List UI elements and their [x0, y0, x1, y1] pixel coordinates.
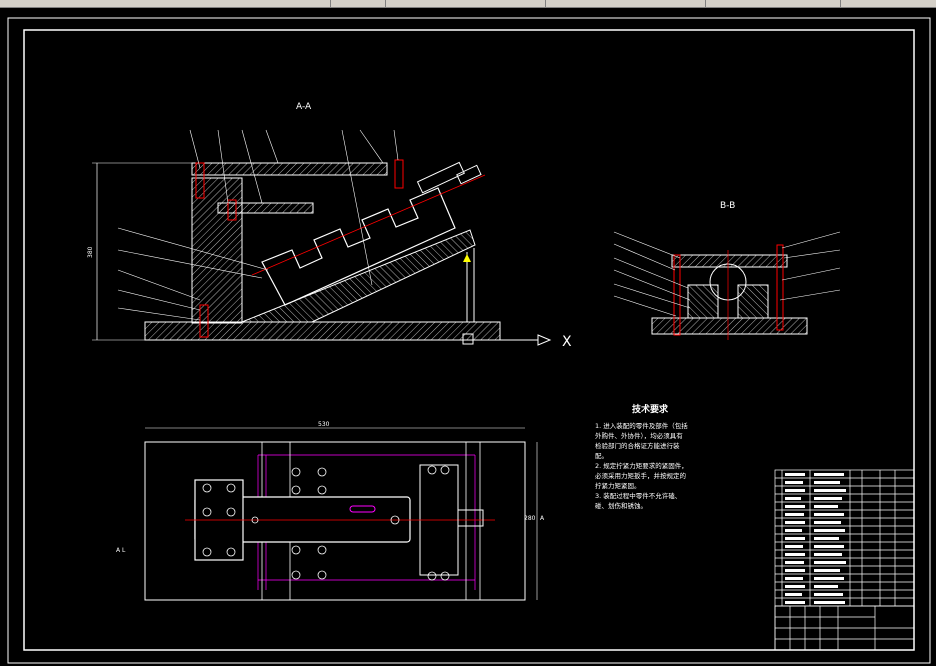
section-bb-label: B-B	[720, 201, 735, 211]
bolt-right	[394, 159, 404, 189]
bb-base	[651, 317, 808, 335]
tech-req-line-6: 必须采用力矩扳手，并按规定的	[595, 471, 687, 480]
tech-req-line-3: 检验部门的合格证方能进行装	[595, 441, 680, 450]
inclined-support	[241, 229, 476, 323]
tech-requirements: 技术要求 1. 进入装配的零件及部件（包括 外购件、外协件），均必须具有 检验部…	[595, 403, 688, 510]
section-aa-view: A-A 380 X	[87, 102, 572, 350]
workpiece-centerline	[251, 174, 486, 276]
bb-leader-lines	[613, 231, 841, 317]
post-marker	[463, 254, 471, 262]
view-arrow-head	[537, 334, 552, 346]
section-aa-label: A-A	[296, 102, 312, 112]
plan-side-mark-right: A	[540, 515, 545, 522]
plan-shaft	[457, 509, 484, 527]
parts-list-text-marks	[785, 473, 846, 604]
bb-body-right	[737, 284, 769, 319]
tech-req-line-9: 碰、划伤和锈蚀。	[595, 501, 647, 510]
bb-top-plate	[671, 254, 788, 268]
bb-body-left	[687, 284, 719, 319]
section-bb-view: B-B	[613, 201, 841, 340]
tech-req-line-4: 配。	[595, 452, 608, 460]
tech-req-line-2: 外购件、外协件），均必须具有	[595, 431, 683, 440]
tech-req-line-5: 2. 规定拧紧力矩要求的紧固件，	[595, 461, 688, 470]
clamp-screw	[416, 161, 465, 194]
tech-req-line-1: 1. 进入装配的零件及部件（包括	[595, 421, 688, 430]
top-beam	[191, 162, 388, 176]
cad-drawing-canvas[interactable]: A-A 380 X B-B 530 280 A L A 技术要求 1. 进入装配…	[0, 0, 936, 666]
base-plate	[144, 321, 501, 341]
plan-view: 530 280 A L A	[116, 421, 545, 601]
tech-req-title: 技术要求	[632, 403, 669, 415]
plan-side-mark-left: A L	[116, 547, 126, 554]
plan-dim-width: 530	[318, 421, 330, 428]
plan-dim-height: 280	[524, 515, 536, 522]
middle-bracket	[217, 202, 314, 214]
tech-req-line-8: 3. 装配过程中零件不允许磕、	[595, 491, 681, 500]
view-arrow-label: X	[562, 334, 572, 350]
tech-req-line-7: 拧紧力矩紧固。	[595, 481, 641, 490]
dim-height-value: 380	[87, 246, 94, 258]
title-block-grid	[775, 606, 914, 650]
